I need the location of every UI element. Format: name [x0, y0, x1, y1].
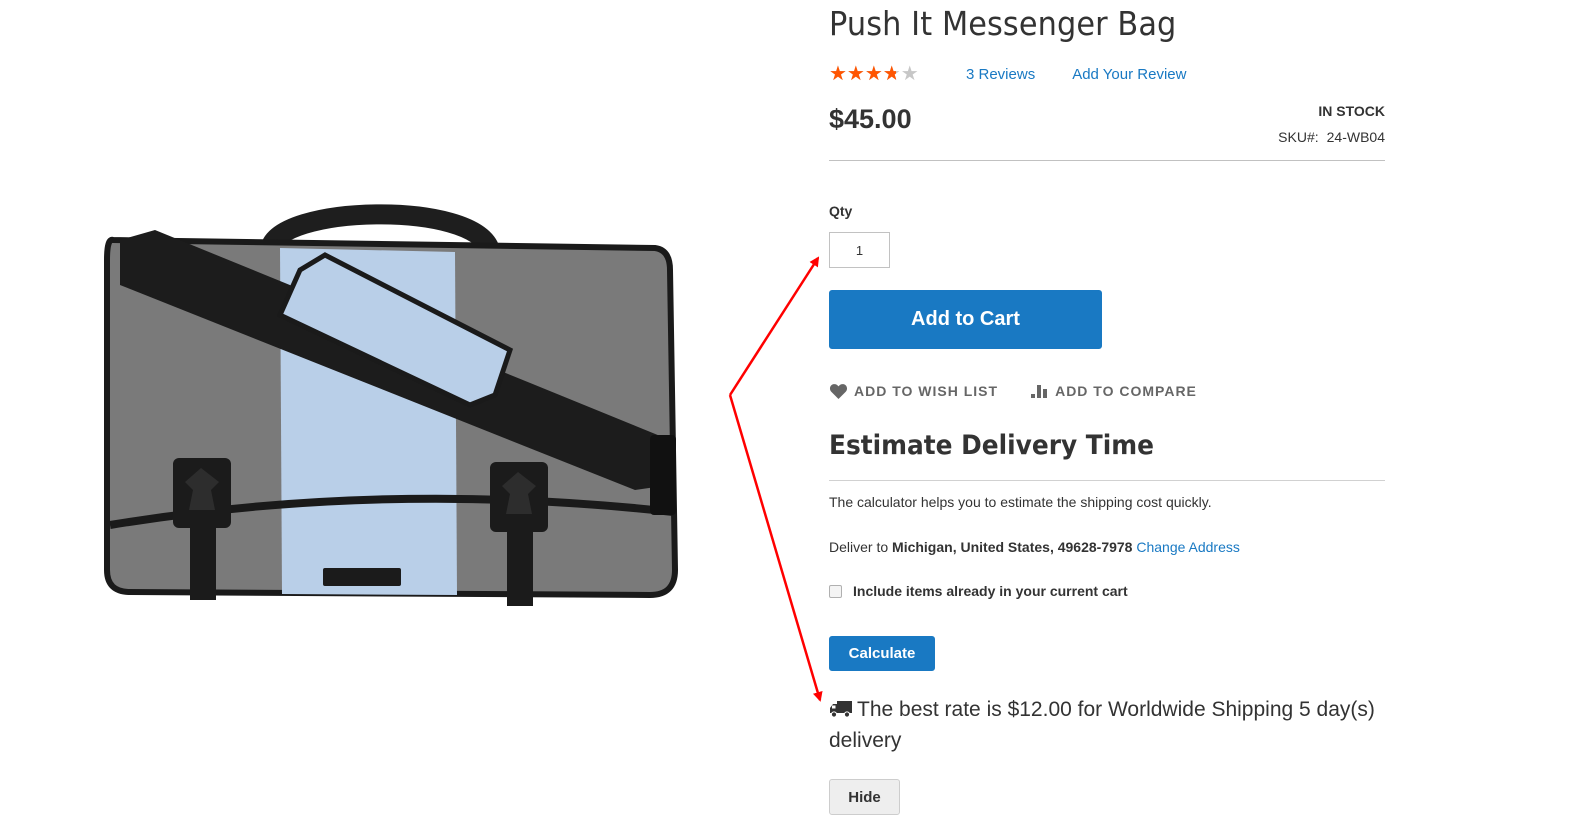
- add-to-cart-button[interactable]: Add to Cart: [829, 290, 1102, 349]
- product-social-links: Add to Wish List Add to Compare: [829, 383, 1197, 399]
- qty-input[interactable]: [829, 232, 890, 268]
- sku-value: 24-WB04: [1326, 129, 1385, 145]
- include-cart-label: Include items already in your current ca…: [853, 583, 1128, 599]
- compare-label: Add to Compare: [1055, 383, 1197, 399]
- stars-filled: ★★★★★: [829, 64, 896, 84]
- calculate-button[interactable]: Calculate: [829, 636, 935, 671]
- product-image[interactable]: [95, 190, 695, 620]
- front-loop: [323, 568, 401, 586]
- deliver-to-line: Deliver to Michigan, United States, 4962…: [829, 539, 1240, 555]
- delivery-section-title: Estimate Delivery Time: [829, 430, 1154, 461]
- best-rate-result: The best rate is $12.00 for Worldwide Sh…: [829, 694, 1385, 756]
- reviews-link[interactable]: 3 Reviews: [966, 66, 1035, 83]
- add-review-link[interactable]: Add Your Review: [1072, 66, 1186, 83]
- add-to-compare-link[interactable]: Add to Compare: [1030, 383, 1197, 399]
- add-to-wishlist-link[interactable]: Add to Wish List: [829, 383, 998, 399]
- include-cart-checkbox[interactable]: [829, 584, 842, 598]
- strap-buckle: [650, 435, 676, 515]
- stock-status: In stock: [1318, 103, 1385, 119]
- delivery-address: Michigan, United States, 49628-7978: [892, 539, 1133, 555]
- hide-button[interactable]: Hide: [829, 779, 900, 815]
- compare-chart-icon: [1031, 385, 1048, 398]
- delivery-divider: [829, 480, 1385, 481]
- sku-label: SKU#:: [1278, 129, 1319, 145]
- change-address-link[interactable]: Change Address: [1136, 539, 1240, 555]
- deliver-to-prefix: Deliver to: [829, 539, 893, 555]
- rating-summary: ★★★★★ ★★★★★ 3 Reviews Add Your Review: [829, 62, 1385, 86]
- arrow-to-best-rate: [728, 394, 823, 702]
- include-cart-option[interactable]: Include items already in your current ca…: [829, 583, 1128, 599]
- product-price: $45.00: [829, 104, 912, 134]
- wishlist-label: Add to Wish List: [854, 383, 999, 399]
- heart-icon: [829, 384, 848, 399]
- best-rate-text: The best rate is $12.00 for Worldwide Sh…: [829, 698, 1375, 752]
- messenger-bag-image: [104, 204, 679, 606]
- price-divider: [829, 160, 1385, 161]
- product-title: Push It Messenger Bag: [829, 4, 1177, 43]
- rating-stars: ★★★★★ ★★★★★: [829, 64, 929, 84]
- product-sku: SKU#: 24-WB04: [1278, 129, 1385, 145]
- arrow-to-qty: [728, 256, 820, 396]
- truck-icon: [830, 701, 852, 718]
- qty-label: Qty: [829, 203, 853, 219]
- calculator-description: The calculator helps you to estimate the…: [829, 494, 1212, 510]
